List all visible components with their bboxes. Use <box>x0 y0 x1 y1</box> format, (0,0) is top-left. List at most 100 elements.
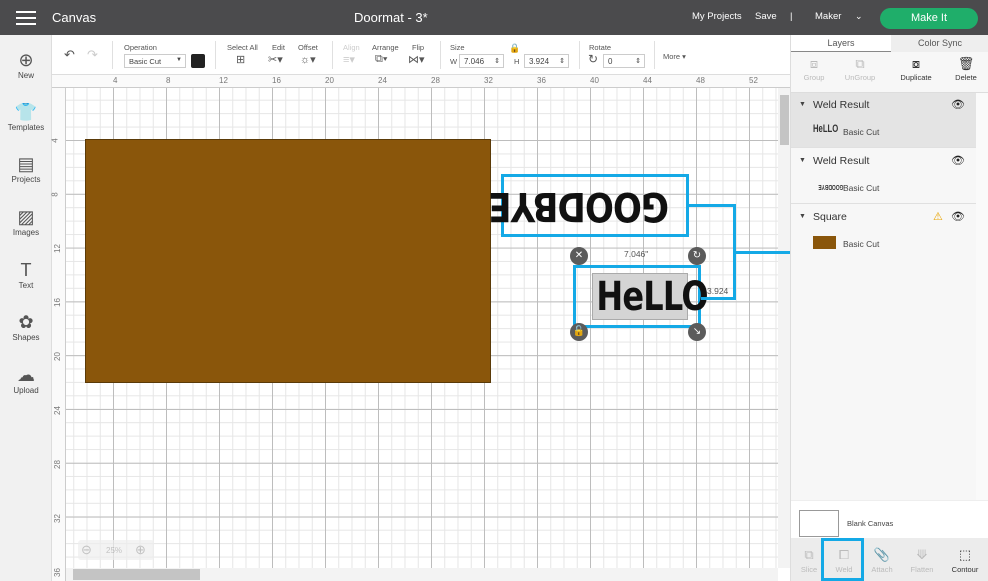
my-projects-link[interactable]: My Projects <box>692 11 742 22</box>
layer-item-square[interactable]: ▼ Square ⚠ 👁 Basic Cut <box>791 205 976 260</box>
flip-icon[interactable]: ⋈▾ <box>408 53 425 66</box>
blank-canvas-swatch[interactable] <box>799 510 839 537</box>
ungroup-icon: ⧉ <box>855 56 865 71</box>
sidebar-item-projects[interactable]: ▤ Projects <box>0 153 52 184</box>
vertical-scroll-thumb[interactable] <box>780 95 789 145</box>
ruler-tick-label: 8 <box>50 192 60 197</box>
duplicate-icon: ⧇ <box>911 56 921 71</box>
app-name: Canvas <box>52 10 97 25</box>
caret-down-icon[interactable]: ▼ <box>799 101 806 108</box>
group-button[interactable]: ⧈ Group <box>792 55 836 82</box>
delete-button[interactable]: 🗑 Delete <box>944 55 988 82</box>
sidebar-item-shapes[interactable]: ✿ Shapes <box>0 311 52 342</box>
tab-color-sync[interactable]: Color Sync <box>891 35 988 52</box>
attach-button[interactable]: 📎 Attach <box>864 545 900 574</box>
align-icon[interactable]: ≡▾ <box>343 53 355 66</box>
layer-item-weld-hello[interactable]: ▼ Weld Result 👁 HeLLO Basic Cut <box>791 93 976 148</box>
hello-object-selected[interactable]: HeLLO <box>573 265 709 328</box>
sidebar-item-text[interactable]: T Text <box>0 259 52 290</box>
eye-icon[interactable]: 👁 <box>951 154 965 167</box>
ruler-tick-label: 20 <box>52 352 62 361</box>
square-shape[interactable] <box>85 139 491 383</box>
vertical-scrollbar[interactable] <box>778 88 790 568</box>
rotate-handle-icon[interactable]: ↻ <box>688 247 706 265</box>
ruler-tick-label: 44 <box>643 76 652 85</box>
more-button[interactable]: More ▾ <box>663 52 686 61</box>
ruler-tick-label: 20 <box>325 76 334 85</box>
size-label: Size <box>450 43 465 52</box>
zoom-in-icon[interactable]: ⊕ <box>135 542 146 558</box>
caret-down-icon[interactable]: ▼ <box>799 157 806 164</box>
layer-item-weld-goodbye[interactable]: ▼ Weld Result 👁 GOODBYE Basic Cut <box>791 149 976 204</box>
select-all-icon[interactable]: ⊞ <box>236 53 245 66</box>
sidebar-item-upload[interactable]: ☁ Upload <box>0 364 52 395</box>
contour-button[interactable]: ⬚ Contour <box>947 545 983 574</box>
layer-thumbnail <box>813 236 836 249</box>
menu-icon[interactable] <box>16 11 36 25</box>
color-swatch[interactable] <box>191 54 205 68</box>
sidebar-item-templates[interactable]: 👕 Templates <box>0 101 52 132</box>
annotation-line <box>701 297 736 300</box>
ruler-tick-label: 32 <box>484 76 493 85</box>
ruler-tick-label: 24 <box>378 76 387 85</box>
flatten-button[interactable]: ⟱ Flatten <box>904 545 940 574</box>
chevron-down-icon[interactable]: ⌄ <box>855 11 863 22</box>
arrange-icon[interactable]: ⧉▾ <box>375 53 387 66</box>
ruler-horizontal: 4 8 12 16 20 24 28 32 36 40 44 48 52 <box>52 75 790 88</box>
offset-icon[interactable]: ☼▾ <box>300 53 316 66</box>
text-icon: T <box>20 260 32 280</box>
offset-label: Offset <box>298 43 318 52</box>
ruler-tick-label: 4 <box>113 76 118 85</box>
upload-icon: ☁ <box>17 365 35 385</box>
paperclip-icon: 📎 <box>873 547 891 562</box>
edit-icon[interactable]: ✂▾ <box>268 53 283 66</box>
caret-down-icon[interactable]: ▼ <box>799 213 806 220</box>
eye-icon[interactable]: 👁 <box>951 98 965 111</box>
height-dimension-label: 3.924 <box>707 286 729 296</box>
zoom-out-icon[interactable]: ⊖ <box>81 542 92 558</box>
ruler-tick-label: 52 <box>749 76 758 85</box>
rotate-label: Rotate <box>589 43 612 52</box>
height-input[interactable]: 3.924 ⇕ <box>524 54 569 68</box>
edit-toolbar: ↶ ↷ Operation Basic Cut ▼ Select All ⊞ Ed… <box>52 35 790 75</box>
layer-thumbnail: HeLLO <box>813 123 839 135</box>
redo-icon[interactable]: ↷ <box>87 47 98 63</box>
sidebar-item-images[interactable]: ▨ Images <box>0 206 52 237</box>
ruler-tick-label: 28 <box>431 76 440 85</box>
eye-icon[interactable]: 👁 <box>951 210 965 223</box>
save-button[interactable]: Save <box>755 11 777 22</box>
rotate-input[interactable]: 0 ⇕ <box>603 54 645 68</box>
ruler-tick-label: 32 <box>52 514 62 523</box>
width-input[interactable]: 7.046 ⇕ <box>459 54 504 68</box>
ruler-tick-label: 12 <box>52 244 62 253</box>
ruler-tick-label: 48 <box>696 76 705 85</box>
lock-icon[interactable]: 🔒 <box>509 43 520 54</box>
goodbye-text: GOODBYE <box>489 183 669 229</box>
ruler-tick-label: 40 <box>590 76 599 85</box>
ruler-tick-label: 16 <box>272 76 281 85</box>
project-title: Doormat - 3* <box>354 10 428 25</box>
lock-handle-icon[interactable]: 🔓 <box>570 323 588 341</box>
operation-label: Operation <box>124 43 157 52</box>
tab-layers[interactable]: Layers <box>791 35 891 52</box>
arrange-label: Arrange <box>372 43 399 52</box>
ruler-tick-label: 16 <box>52 298 62 307</box>
horizontal-scroll-thumb[interactable] <box>73 569 200 580</box>
warning-icon[interactable]: ⚠ <box>933 210 943 223</box>
undo-icon[interactable]: ↶ <box>64 47 75 63</box>
delete-handle-icon[interactable]: ✕ <box>570 247 588 265</box>
goodbye-object[interactable]: GOODBYE <box>489 174 689 237</box>
machine-select[interactable]: Maker <box>815 11 841 22</box>
hello-text: HeLLO <box>596 274 708 320</box>
top-bar: Canvas Doormat - 3* My Projects Save | M… <box>0 0 988 35</box>
zoom-level: 25% <box>106 546 123 555</box>
ungroup-button[interactable]: ⧉ UnGroup <box>838 55 882 82</box>
layers-scrollbar[interactable] <box>976 93 988 503</box>
shirt-icon: 👕 <box>14 102 38 122</box>
sidebar-item-new[interactable]: ⊕ New <box>0 49 52 80</box>
duplicate-button[interactable]: ⧇ Duplicate <box>894 55 938 82</box>
annotation-line <box>689 204 736 207</box>
resize-handle-icon[interactable]: ↘ <box>688 323 706 341</box>
make-it-button[interactable]: Make It <box>880 8 978 29</box>
operation-select[interactable]: Basic Cut ▼ <box>124 54 186 68</box>
